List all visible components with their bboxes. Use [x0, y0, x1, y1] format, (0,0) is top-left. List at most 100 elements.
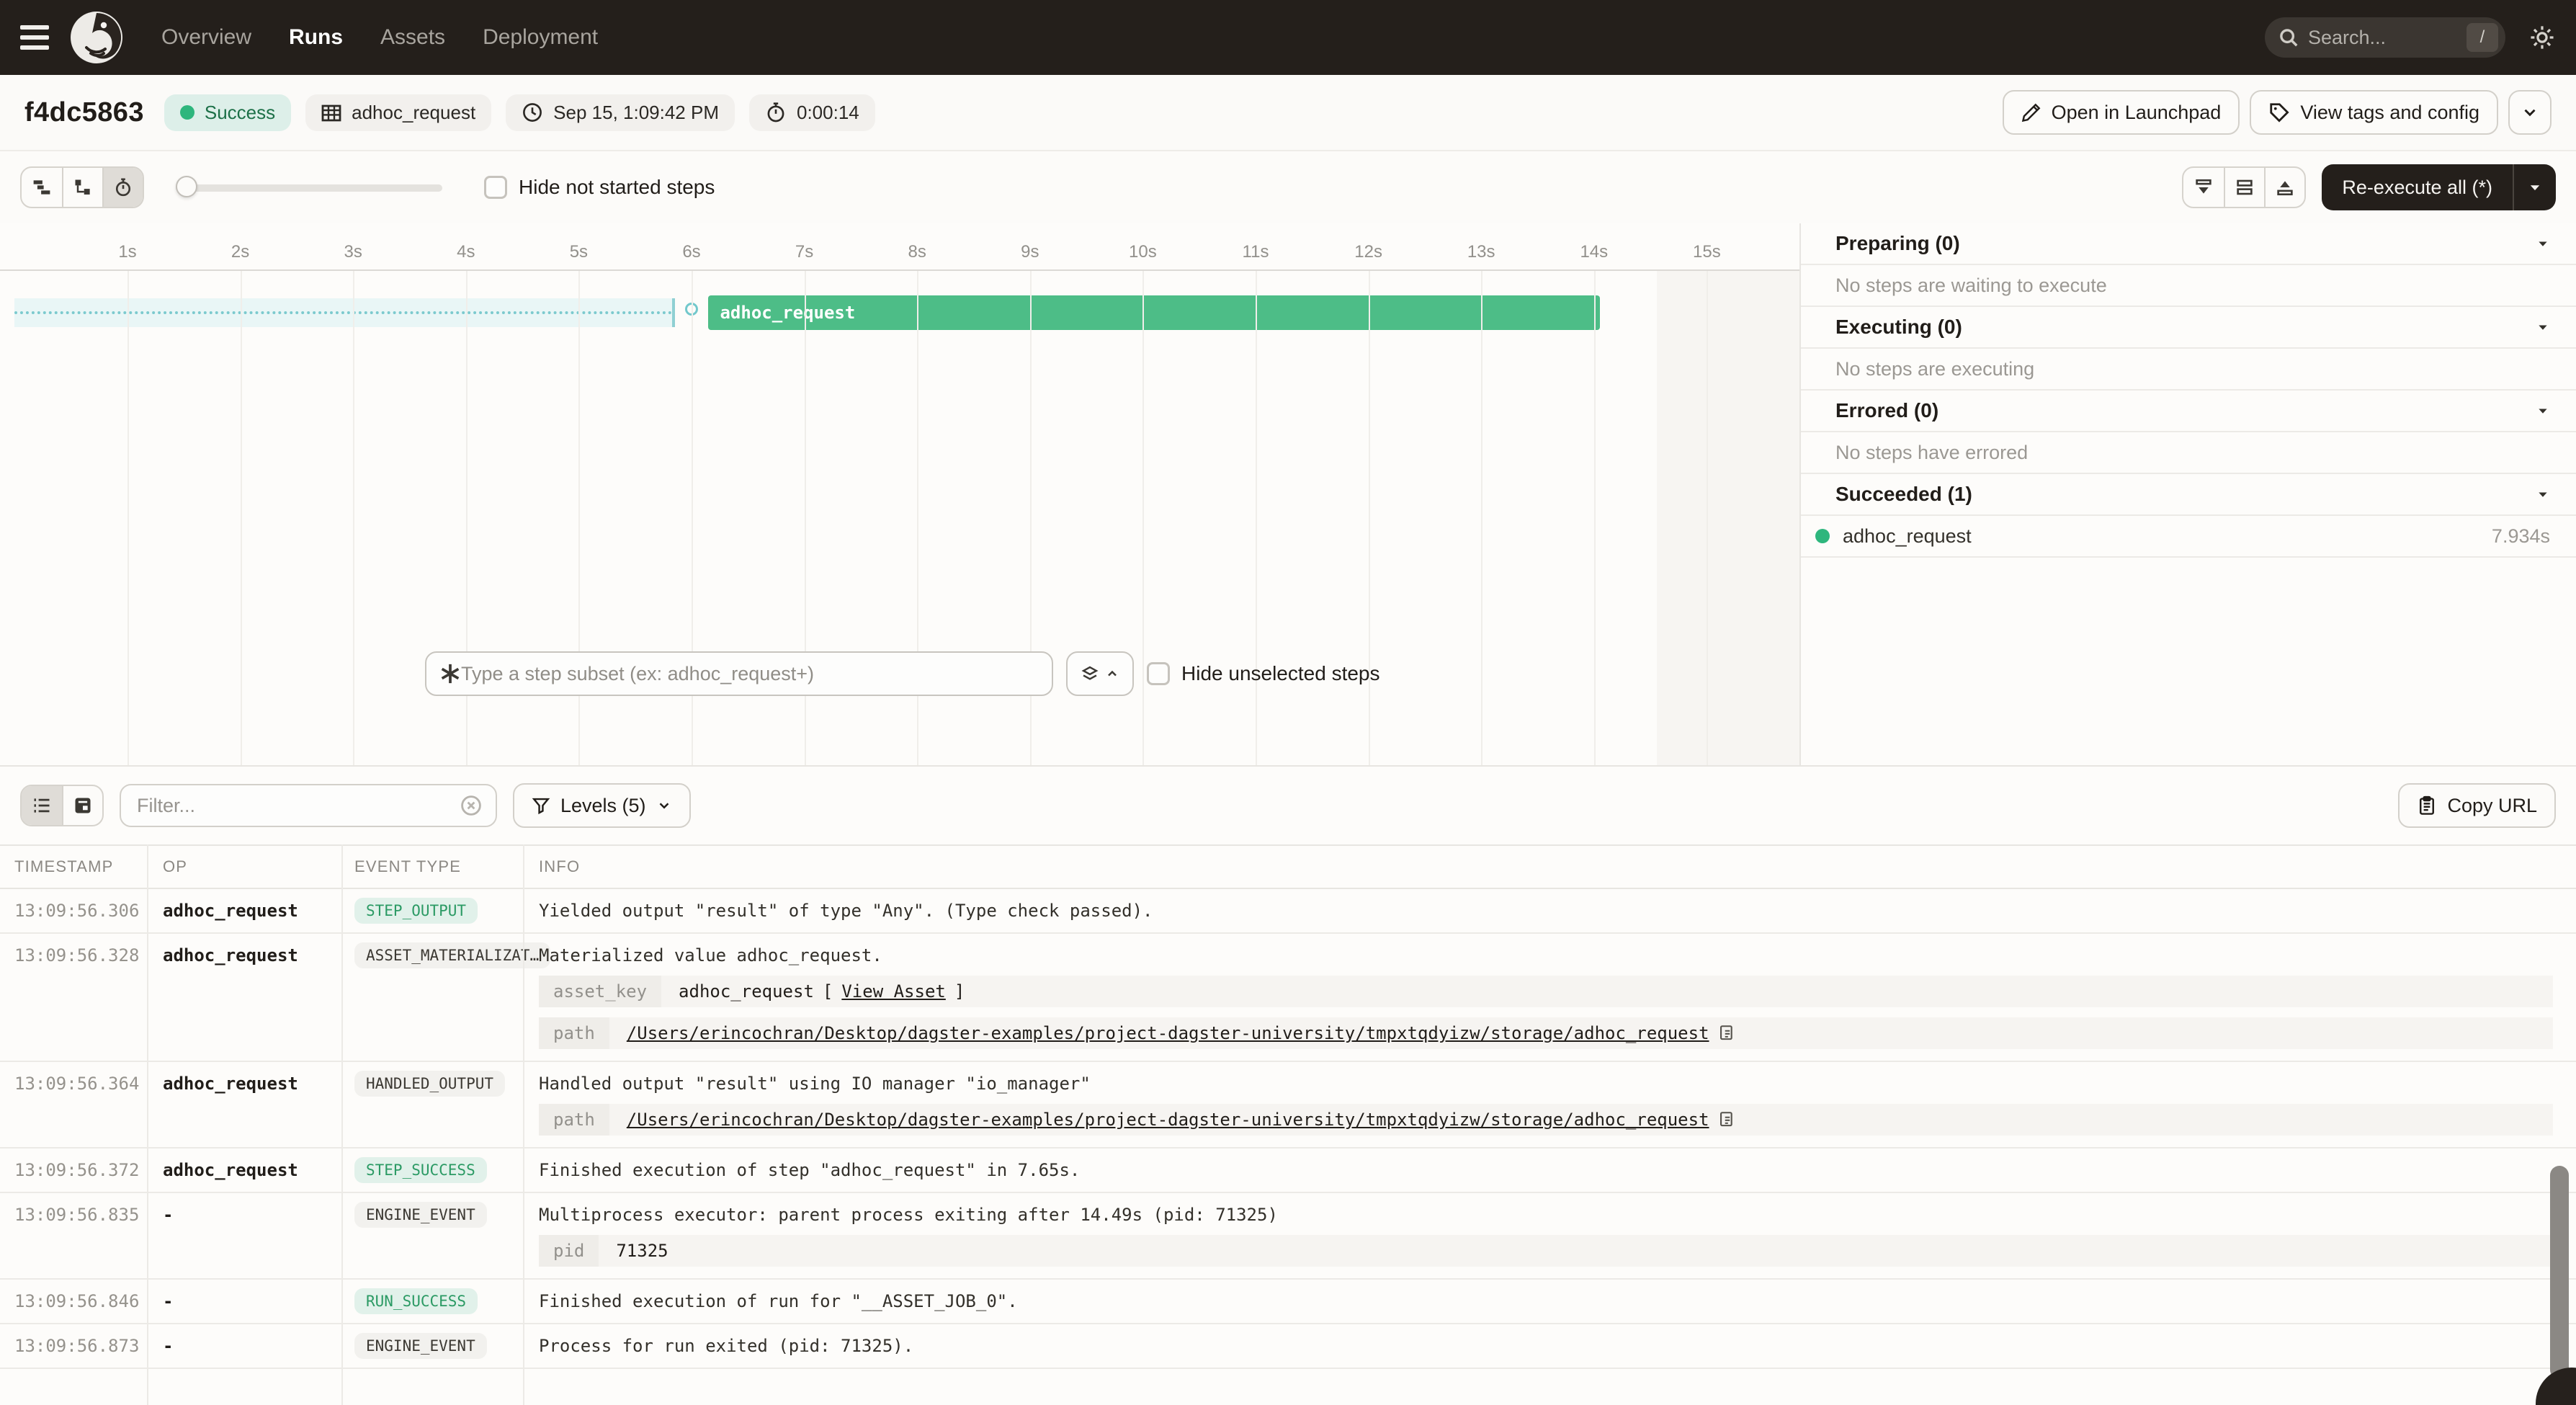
gridline — [353, 271, 354, 765]
view-asset-link[interactable]: View Asset — [841, 981, 946, 1002]
step-section-header[interactable]: Errored (0) — [1801, 391, 2576, 432]
reexecute-menu-button[interactable] — [2513, 164, 2556, 210]
log-op: - — [147, 1193, 341, 1278]
levels-filter-button[interactable]: Levels (5) — [513, 783, 691, 828]
help-widget-button[interactable] — [2536, 1368, 2576, 1405]
slider-handle[interactable] — [176, 176, 197, 197]
gridline — [128, 271, 129, 765]
metadata-value: 71325 — [599, 1235, 685, 1267]
copy-icon[interactable] — [1718, 1110, 1737, 1129]
run-actions-menu-button[interactable] — [2508, 90, 2552, 135]
column-divider — [147, 844, 148, 1405]
axis-tick: 8s — [908, 242, 926, 262]
log-event-type-cell: ENGINE_EVENT — [341, 1324, 523, 1368]
col-event-type: EVENT TYPE — [341, 857, 523, 876]
log-row[interactable]: 13:09:56.328adhoc_requestASSET_MATERIALI… — [0, 934, 2576, 1062]
log-event-type-cell: HANDLED_OUTPUT — [341, 1062, 523, 1147]
log-op: adhoc_request — [147, 934, 341, 1061]
step-section-header[interactable]: Executing (0) — [1801, 307, 2576, 349]
metadata-entry: asset_keyadhoc_request[View Asset] — [539, 976, 2553, 1007]
chevron-down-icon — [2536, 487, 2550, 501]
open-in-launchpad-button[interactable]: Open in Launchpad — [2003, 90, 2240, 135]
reexecute-all-button[interactable]: Re-execute all (*) — [2322, 164, 2513, 210]
log-row[interactable]: 13:09:56.372adhoc_requestSTEP_SUCCESSFin… — [0, 1148, 2576, 1193]
gantt-zoom-slider[interactable] — [176, 176, 442, 199]
bracket: [ — [823, 981, 833, 1002]
log-scrollbar-thumb[interactable] — [2550, 1166, 2569, 1379]
dock-top-button[interactable] — [2264, 168, 2304, 207]
step-subset-box[interactable] — [425, 651, 1053, 696]
log-filter-box[interactable] — [120, 784, 497, 827]
gridline — [1594, 271, 1596, 765]
copy-url-button[interactable]: Copy URL — [2398, 783, 2556, 828]
nav-item-deployment[interactable]: Deployment — [483, 25, 598, 50]
log-filter-input[interactable] — [137, 795, 460, 817]
log-toolbar: Levels (5) Copy URL — [0, 767, 2576, 844]
succeeded-step-row[interactable]: adhoc_request7.934s — [1801, 516, 2576, 558]
dock-bottom-button[interactable] — [2183, 168, 2224, 207]
search-input[interactable] — [2299, 27, 2467, 49]
split-panel-button[interactable] — [2224, 168, 2264, 207]
log-row[interactable]: 13:09:56.306adhoc_requestSTEP_OUTPUTYiel… — [0, 889, 2576, 934]
log-structured-view-button[interactable] — [62, 786, 102, 825]
step-subset-input[interactable] — [461, 663, 1039, 685]
step-section-header[interactable]: Preparing (0) — [1801, 223, 2576, 265]
view-tags-config-button[interactable]: View tags and config — [2250, 90, 2498, 135]
clock-icon — [522, 102, 543, 123]
panel-down-icon — [2193, 177, 2214, 198]
log-timestamp: 13:09:56.306 — [0, 889, 147, 932]
log-op: - — [147, 1280, 341, 1323]
dagster-logo-icon[interactable] — [69, 10, 124, 65]
axis-tick: 13s — [1467, 242, 1495, 262]
job-tag[interactable]: adhoc_request — [305, 94, 491, 131]
log-row[interactable]: 13:09:56.846-RUN_SUCCESSFinished executi… — [0, 1280, 2576, 1324]
chevron-down-icon — [2527, 179, 2543, 195]
op-selector-icon — [439, 663, 461, 684]
axis-tick: 4s — [457, 242, 475, 262]
log-row[interactable]: 13:09:56.835-ENGINE_EVENTMultiprocess ex… — [0, 1193, 2576, 1280]
gridline — [241, 271, 242, 765]
layers-icon — [1081, 664, 1099, 683]
bracket: ] — [954, 981, 965, 1002]
hide-unselected-checkbox-row[interactable]: Hide unselected steps — [1147, 662, 1380, 685]
step-bar[interactable]: adhoc_request — [708, 295, 1599, 330]
panel-layout-segment — [2182, 166, 2306, 208]
view-mode-waterfall-button[interactable] — [22, 168, 62, 207]
hide-unselected-checkbox[interactable] — [1147, 662, 1170, 685]
chevron-down-icon — [656, 798, 672, 813]
hide-not-started-checkbox-row[interactable]: Hide not started steps — [484, 176, 715, 199]
nav-item-assets[interactable]: Assets — [380, 25, 445, 50]
panel-up-icon — [2274, 177, 2296, 198]
graph-options-button[interactable] — [1066, 651, 1134, 696]
axis-tick: 15s — [1693, 242, 1721, 262]
metadata-entry: path/Users/erincochran/Desktop/dagster-e… — [539, 1017, 2553, 1049]
log-row[interactable]: 13:09:56.873-ENGINE_EVENTProcess for run… — [0, 1324, 2576, 1369]
chevron-down-icon — [2536, 236, 2550, 251]
settings-gear-icon[interactable] — [2528, 24, 2556, 51]
hide-not-started-checkbox[interactable] — [484, 176, 507, 199]
log-list-view-button[interactable] — [22, 786, 62, 825]
run-header: f4dc5863 Success adhoc_request Sep 15, 1… — [0, 75, 2576, 151]
path-link[interactable]: /Users/erincochran/Desktop/dagster-examp… — [627, 1110, 1709, 1130]
gantt-axis: 1s2s3s4s5s6s7s8s9s10s11s12s13s14s15s — [0, 223, 1799, 271]
clear-filter-icon[interactable] — [460, 794, 483, 817]
nav-item-runs[interactable]: Runs — [289, 25, 343, 50]
path-link[interactable]: /Users/erincochran/Desktop/dagster-examp… — [627, 1023, 1709, 1043]
menu-icon[interactable] — [20, 25, 49, 50]
global-search[interactable]: / — [2265, 17, 2505, 58]
axis-tick: 9s — [1021, 242, 1039, 262]
step-section-header[interactable]: Succeeded (1) — [1801, 474, 2576, 516]
gridline — [1707, 271, 1708, 765]
log-message: Process for run exited (pid: 71325). — [539, 1336, 2553, 1356]
event-log-section: Levels (5) Copy URL TIMESTAMP OP EVENT T… — [0, 765, 2576, 1405]
view-mode-flat-button[interactable] — [62, 168, 102, 207]
step-section-title: Succeeded (1) — [1835, 483, 1972, 506]
view-mode-timed-button[interactable] — [102, 168, 143, 207]
log-row[interactable]: 13:09:56.364adhoc_requestHANDLED_OUTPUTH… — [0, 1062, 2576, 1148]
run-id: f4dc5863 — [24, 97, 144, 128]
copy-icon[interactable] — [1718, 1024, 1737, 1043]
nav-item-overview[interactable]: Overview — [161, 25, 251, 50]
step-section-title: Executing (0) — [1835, 316, 1962, 339]
slider-track[interactable] — [176, 184, 442, 192]
split-panels-icon — [2234, 177, 2255, 198]
